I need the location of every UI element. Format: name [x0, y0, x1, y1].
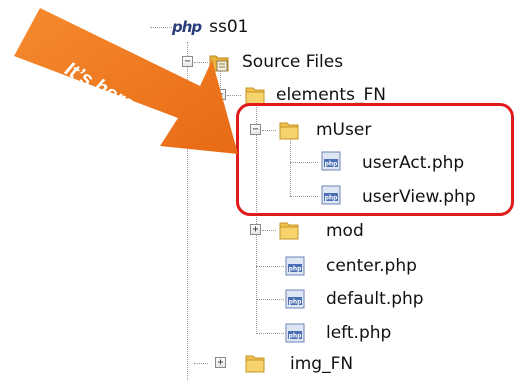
- expand-toggle[interactable]: +: [215, 357, 226, 368]
- tree-guide-line: [256, 299, 284, 300]
- tree-guide-line: [262, 230, 276, 231]
- tree-node-left[interactable]: left.php: [326, 318, 391, 348]
- tree-node-label: left.php: [326, 323, 392, 343]
- highlight-box: [236, 103, 514, 216]
- folder-icon: [245, 355, 265, 373]
- php-file-icon: php: [285, 289, 305, 309]
- php-file-icon: php: [285, 323, 305, 343]
- tree-node-label: center.php: [326, 256, 417, 276]
- svg-text:php: php: [289, 266, 303, 273]
- svg-text:php: php: [289, 299, 303, 306]
- tree-node-label: img_FN: [290, 354, 354, 374]
- tree-node-label: default.php: [326, 289, 424, 309]
- tree-guide-line: [256, 333, 284, 334]
- folder-icon: [279, 222, 299, 240]
- tree-node-default[interactable]: default.php: [326, 284, 424, 314]
- tree-node-img-fn[interactable]: img_FN: [290, 349, 353, 379]
- tree-node-label: Source Files: [242, 52, 344, 72]
- expand-toggle[interactable]: +: [250, 224, 261, 235]
- svg-text:php: php: [289, 333, 303, 340]
- tree-guide-line: [194, 363, 208, 364]
- tree-guide-line: [256, 266, 284, 267]
- callout-arrow: It’s here: [0, 0, 240, 170]
- php-file-icon: php: [285, 256, 305, 276]
- tree-node-center[interactable]: center.php: [326, 251, 417, 281]
- tree-node-mod[interactable]: mod: [326, 216, 364, 246]
- tree-node-label: mod: [326, 221, 364, 241]
- tree-node-source-files[interactable]: Source Files: [242, 47, 343, 77]
